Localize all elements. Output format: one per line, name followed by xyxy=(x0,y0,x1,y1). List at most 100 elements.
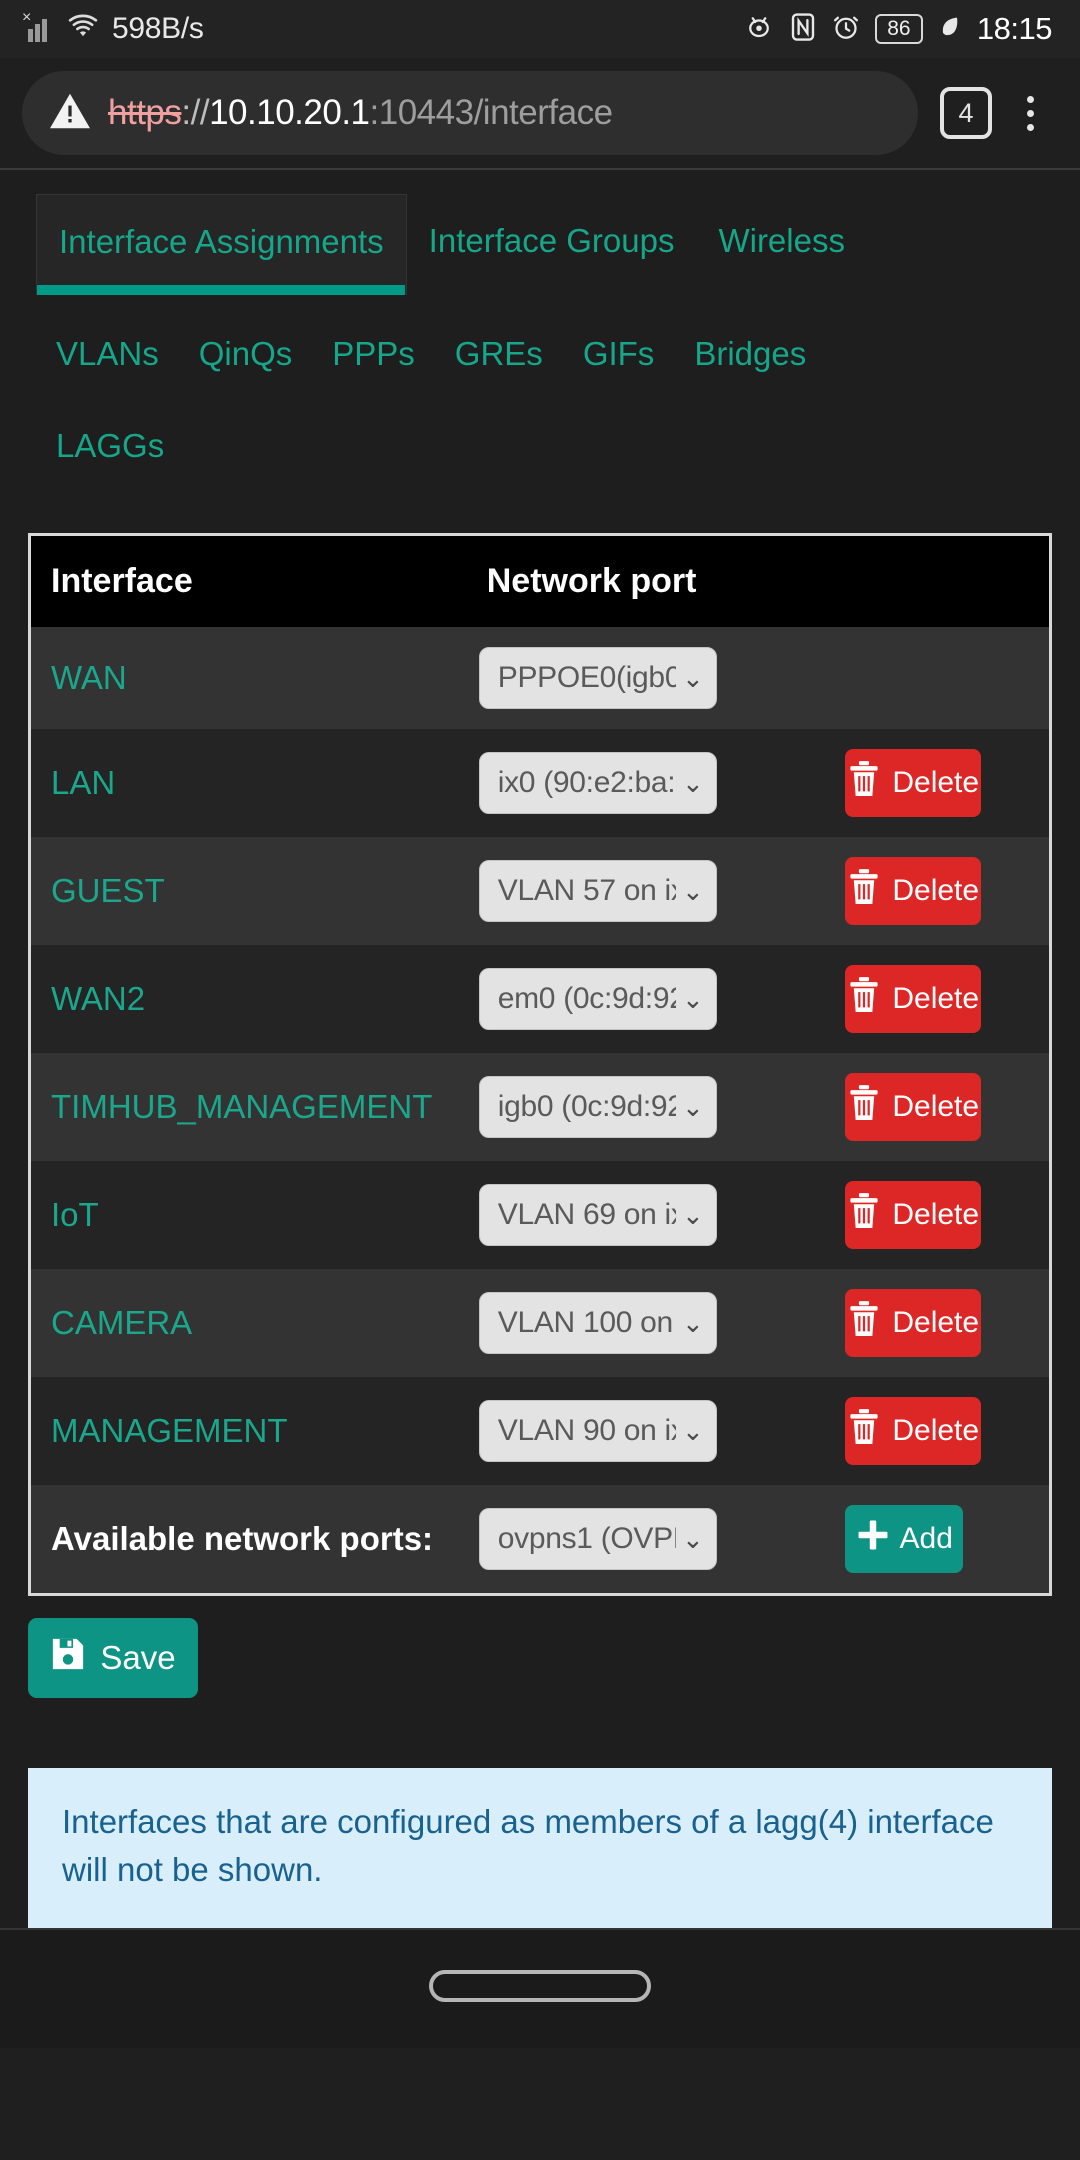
address-bar[interactable]: https://10.10.20.1:10443/interface xyxy=(22,71,918,155)
network-port-select-wan2[interactable]: em0 (0c:9d:92: ⌄ xyxy=(478,968,717,1030)
url-text: https://10.10.20.1:10443/interface xyxy=(108,93,613,133)
interface-name-wan2[interactable]: WAN2 xyxy=(31,945,469,1053)
add-button[interactable]: Add xyxy=(845,1505,964,1573)
interface-name-lan[interactable]: LAN xyxy=(31,729,469,837)
table-row: MANAGEMENT VLAN 90 on ix0 ⌄ Delete xyxy=(31,1377,1049,1485)
table-row: GUEST VLAN 57 on ix0 ⌄ Delete xyxy=(31,837,1049,945)
tab-interface-groups[interactable]: Interface Groups xyxy=(407,194,697,286)
tab-interface-assignments[interactable]: Interface Assignments xyxy=(36,194,407,295)
delete-button-label: Delete xyxy=(892,874,980,907)
network-port-cell: PPPOE0(igb0.1 ⌄ xyxy=(469,627,835,729)
network-port-cell: ix0 (90:e2:ba:4 ⌄ xyxy=(469,729,835,837)
url-path: :10443/interface xyxy=(369,93,613,132)
interface-name-wan[interactable]: WAN xyxy=(31,627,469,729)
tab-row-secondary: VLANs QinQs PPPs GREs GIFs Bridges xyxy=(0,295,1080,387)
interface-name-timhub-management[interactable]: TIMHUB_MANAGEMENT xyxy=(31,1053,469,1161)
network-port-select-camera[interactable]: VLAN 100 on ix ⌄ xyxy=(478,1292,717,1354)
save-button-label: Save xyxy=(100,1639,176,1676)
delete-button-label: Delete xyxy=(892,1090,980,1123)
browser-toolbar: https://10.10.20.1:10443/interface 4 xyxy=(0,58,1080,170)
trash-icon xyxy=(847,1192,881,1238)
interface-name-guest[interactable]: GUEST xyxy=(31,837,469,945)
available-ports-row: Available network ports: ovpns1 (OVPN) ⌄ xyxy=(31,1485,1049,1593)
select-value: VLAN 90 on ix0 xyxy=(497,1414,676,1447)
network-port-select-guest[interactable]: VLAN 57 on ix0 ⌄ xyxy=(478,860,717,922)
interface-name-iot[interactable]: IoT xyxy=(31,1161,469,1269)
select-value: VLAN 69 on ix0 xyxy=(497,1198,676,1231)
delete-button-camera[interactable]: Delete xyxy=(845,1289,982,1357)
network-port-cell: VLAN 69 on ix0 ⌄ xyxy=(469,1161,835,1269)
table-row: WAN2 em0 (0c:9d:92: ⌄ Delete xyxy=(31,945,1049,1053)
trash-icon xyxy=(847,1408,881,1454)
add-action-cell: Add xyxy=(835,1485,1049,1593)
row-actions-cell: Delete xyxy=(835,945,1049,1053)
tab-ppps[interactable]: PPPs xyxy=(312,321,435,387)
tab-row-tertiary: LAGGs xyxy=(0,387,1080,479)
available-ports-label: Available network ports: xyxy=(51,1520,434,1557)
network-speed-text: 598B/s xyxy=(112,12,204,45)
network-port-select-wan[interactable]: PPPOE0(igb0.1 ⌄ xyxy=(478,647,717,709)
network-port-cell: VLAN 90 on ix0 ⌄ xyxy=(469,1377,835,1485)
table-row: LAN ix0 (90:e2:ba:4 ⌄ Delete xyxy=(31,729,1049,837)
chevron-down-icon: ⌄ xyxy=(681,876,704,906)
lagg-info-callout: Interfaces that are configured as member… xyxy=(28,1768,1052,1928)
tab-wireless[interactable]: Wireless xyxy=(696,194,867,286)
select-value: ovpns1 (OVPN) xyxy=(497,1522,676,1555)
table-row: IoT VLAN 69 on ix0 ⌄ Delete xyxy=(31,1161,1049,1269)
row-actions-cell xyxy=(835,627,1049,729)
select-value: VLAN 57 on ix0 xyxy=(497,874,676,907)
trash-icon xyxy=(847,1084,881,1130)
eye-icon xyxy=(743,12,775,47)
delete-button-label: Delete xyxy=(892,766,980,799)
delete-button-management[interactable]: Delete xyxy=(845,1397,982,1465)
tab-counter-button[interactable]: 4 xyxy=(940,87,992,139)
android-navigation-bar xyxy=(0,1927,1080,2048)
tab-bridges[interactable]: Bridges xyxy=(674,321,826,387)
chevron-down-icon: ⌄ xyxy=(681,663,704,693)
table-row: WAN PPPOE0(igb0.1 ⌄ xyxy=(31,627,1049,729)
tab-gifs[interactable]: GIFs xyxy=(563,321,675,387)
warning-triangle-icon[interactable] xyxy=(48,91,92,136)
network-port-select-timhub-management[interactable]: igb0 (0c:9d:92: ⌄ xyxy=(478,1076,717,1138)
status-bar-right: 86 18:15 xyxy=(743,11,1053,47)
column-header-interface: Interface xyxy=(31,536,469,627)
delete-button-timhub-management[interactable]: Delete xyxy=(845,1073,982,1141)
network-port-cell: VLAN 57 on ix0 ⌄ xyxy=(469,837,835,945)
plus-icon xyxy=(856,1518,890,1560)
tab-navigation: Interface Assignments Interface Groups W… xyxy=(0,170,1080,479)
android-status-bar: × 598B/s 86 18:15 xyxy=(0,0,1080,58)
trash-icon xyxy=(847,760,881,806)
row-actions-cell: Delete xyxy=(835,837,1049,945)
delete-button-iot[interactable]: Delete xyxy=(845,1181,982,1249)
nfc-icon xyxy=(789,12,817,47)
interface-name-camera[interactable]: CAMERA xyxy=(31,1269,469,1377)
floppy-disk-icon xyxy=(50,1636,86,1680)
network-port-select-management[interactable]: VLAN 90 on ix0 ⌄ xyxy=(478,1400,717,1462)
trash-icon xyxy=(847,976,881,1022)
available-port-cell: ovpns1 (OVPN) ⌄ xyxy=(469,1485,835,1593)
available-network-port-select[interactable]: ovpns1 (OVPN) ⌄ xyxy=(478,1508,717,1570)
select-value: ix0 (90:e2:ba:4 xyxy=(497,766,676,799)
tab-gres[interactable]: GREs xyxy=(435,321,563,387)
kebab-menu-icon[interactable] xyxy=(1002,83,1058,143)
network-port-cell: em0 (0c:9d:92: ⌄ xyxy=(469,945,835,1053)
url-scheme: https xyxy=(108,93,182,132)
interface-name-management[interactable]: MANAGEMENT xyxy=(31,1377,469,1485)
chevron-down-icon: ⌄ xyxy=(681,1308,704,1338)
home-pill-handle[interactable] xyxy=(429,1969,651,2002)
tab-laggs[interactable]: LAGGs xyxy=(36,413,184,479)
save-button[interactable]: Save xyxy=(28,1618,198,1698)
delete-button-guest[interactable]: Delete xyxy=(845,857,982,925)
network-port-select-lan[interactable]: ix0 (90:e2:ba:4 ⌄ xyxy=(478,752,717,814)
select-value: VLAN 100 on ix xyxy=(497,1306,676,1339)
network-port-select-iot[interactable]: VLAN 69 on ix0 ⌄ xyxy=(478,1184,717,1246)
tab-vlans[interactable]: VLANs xyxy=(36,321,179,387)
url-host: 10.10.20.1 xyxy=(209,93,370,132)
column-header-network-port: Network port xyxy=(468,536,836,627)
delete-button-lan[interactable]: Delete xyxy=(845,749,982,817)
row-actions-cell: Delete xyxy=(835,1053,1049,1161)
delete-button-wan2[interactable]: Delete xyxy=(845,965,982,1033)
tab-qinqs[interactable]: QinQs xyxy=(179,321,313,387)
leaf-icon xyxy=(937,13,963,46)
wifi-icon xyxy=(66,13,100,46)
